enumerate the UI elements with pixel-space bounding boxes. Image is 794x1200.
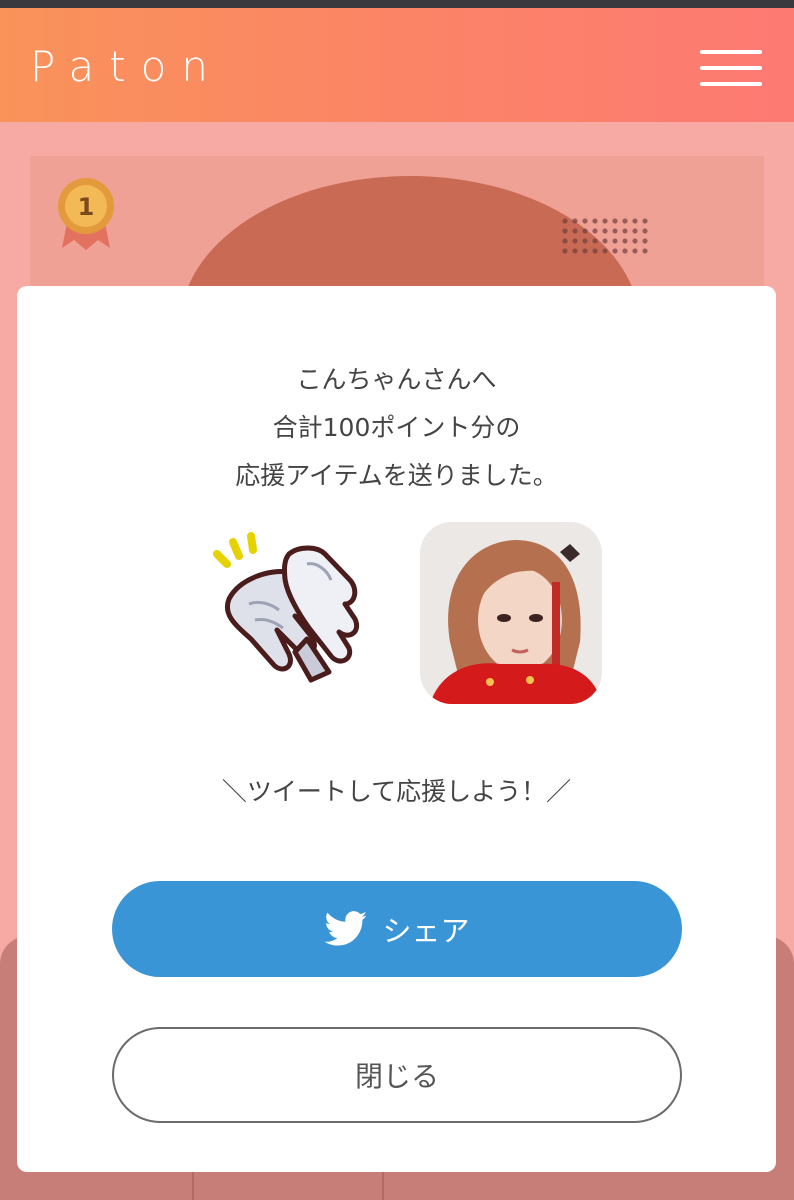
rank-medal-icon: 1	[58, 178, 114, 250]
tweet-call-to-action: ＼ツイートして応援しよう！／	[221, 777, 572, 806]
share-button-label: シェア	[382, 914, 470, 948]
close-button[interactable]: 閉じる	[112, 1027, 682, 1123]
close-button-label: 閉じる	[354, 1060, 439, 1093]
hair-accessory	[560, 216, 650, 256]
app-header: Paton	[0, 8, 794, 122]
support-complete-modal: こんちゃんさんへ 合計100ポイント分の 応援アイテムを送りました。 ＼ツイート…	[17, 286, 776, 1172]
message-line: 応援アイテムを送りました。	[235, 461, 558, 490]
creator-avatar[interactable]	[420, 522, 602, 704]
modal-message: こんちゃんさんへ 合計100ポイント分の 応援アイテムを送りました。	[17, 356, 776, 500]
app-logo[interactable]: Paton	[30, 46, 223, 88]
message-line: 合計100ポイント分の	[272, 413, 521, 442]
twitter-bird-icon	[324, 911, 368, 946]
message-line: こんちゃんさんへ	[296, 365, 497, 394]
medal-number: 1	[78, 193, 95, 221]
share-button[interactable]: シェア	[112, 881, 682, 977]
profile-photo-background	[30, 156, 764, 296]
status-bar	[0, 0, 794, 8]
clapping-hands-icon	[213, 532, 359, 683]
hamburger-menu-icon[interactable]	[700, 50, 762, 92]
creator-photo-illustration	[420, 522, 602, 704]
